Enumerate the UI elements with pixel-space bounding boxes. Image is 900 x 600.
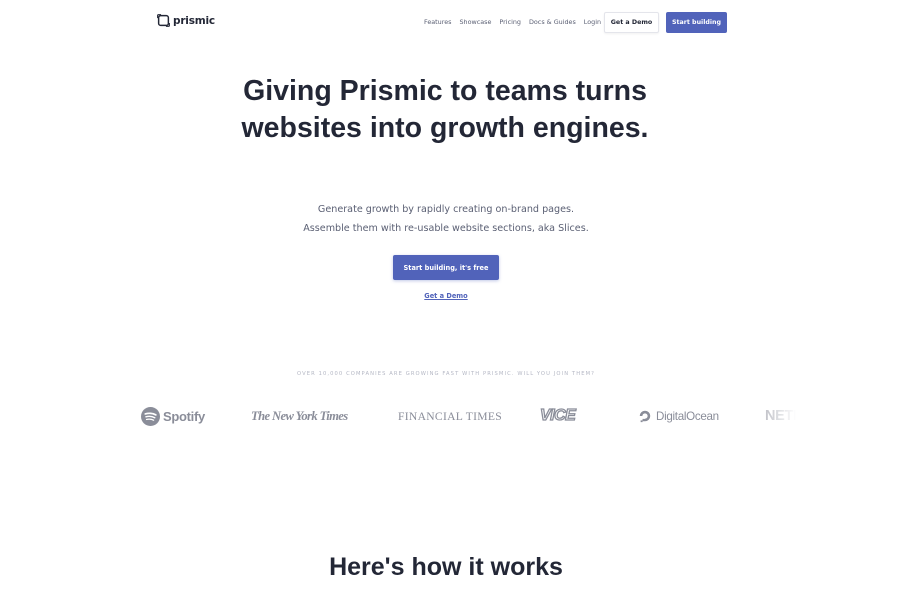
nav-link-docs-guides[interactable]: Docs & Guides: [529, 18, 576, 26]
nav-link-features[interactable]: Features: [424, 18, 451, 26]
companies-label: Over 10,000 companies are growing fast w…: [297, 371, 595, 377]
how-it-works-title: Here's how it works: [329, 553, 563, 581]
hero-subtitle-line-2: Assemble them with re-usable website sec…: [303, 223, 589, 234]
get-demo-button[interactable]: Get a Demo: [604, 12, 659, 33]
digitalocean-logo: DigitalOcean: [638, 400, 719, 432]
hero-subtitle: Generate growth by rapidly creating on-b…: [270, 200, 622, 238]
digitalocean-wordmark: DigitalOcean: [656, 409, 719, 423]
prismic-logo-icon: [157, 14, 170, 27]
prismic-logo[interactable]: prismic: [157, 14, 215, 27]
nyt-logo: The New York Times: [251, 408, 348, 423]
vice-logo: VICE: [539, 406, 576, 424]
nav-links: Features Showcase Pricing Docs & Guides …: [424, 18, 601, 26]
hero-subtitle-line-1: Generate growth by rapidly creating on-b…: [317, 204, 575, 215]
nav-link-login[interactable]: Login: [584, 18, 601, 26]
start-building-button[interactable]: Start building: [666, 12, 727, 33]
nav-link-showcase[interactable]: Showcase: [459, 18, 491, 26]
spotify-wordmark: Spotify: [163, 408, 205, 424]
netflix-logo: NETFLIX: [765, 408, 796, 424]
start-building-free-button[interactable]: Start building, it's free: [393, 255, 499, 280]
nav-link-pricing[interactable]: Pricing: [499, 18, 521, 26]
top-nav: prismic Features Showcase Pricing Docs &…: [0, 0, 900, 44]
company-logos-strip: Spotify The New York Times FINANCIAL TIM…: [141, 400, 796, 432]
brand-name: prismic: [173, 14, 215, 27]
spotify-icon: [141, 406, 160, 426]
get-demo-link[interactable]: Get a Demo: [396, 292, 496, 300]
financial-times-logo: FINANCIAL TIMES: [398, 409, 503, 423]
spotify-logo: Spotify: [141, 400, 205, 432]
digitalocean-icon: [639, 410, 651, 423]
hero-title: Giving Prismic to teams turns websites i…: [241, 75, 649, 144]
